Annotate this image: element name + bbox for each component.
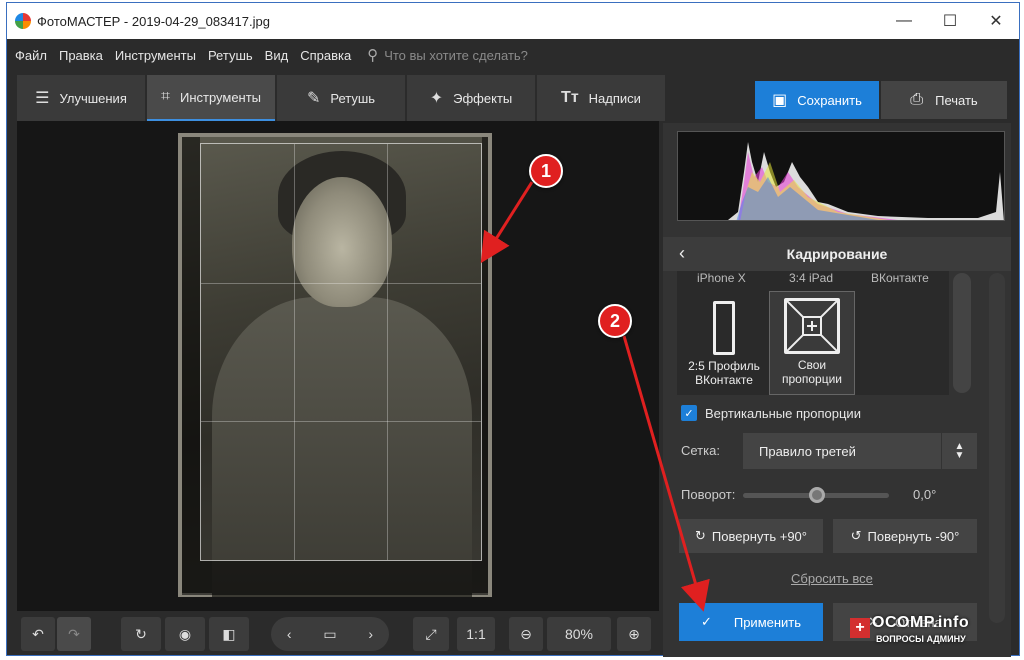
annotation-arrows (480, 181, 710, 612)
watermark-logo-icon: + (850, 618, 870, 638)
watermark-subtext: ВОПРОСЫ АДМИНУ (876, 634, 966, 644)
watermark: + OCOMP.info ВОПРОСЫ АДМИНУ (850, 612, 1018, 652)
annotation-badge-2: 2 (598, 304, 632, 338)
arrow-2 (622, 335, 710, 612)
annotation-badge-1: 1 (529, 154, 563, 188)
watermark-text: OCOMP.info (872, 614, 970, 631)
arrow-1 (480, 181, 534, 264)
